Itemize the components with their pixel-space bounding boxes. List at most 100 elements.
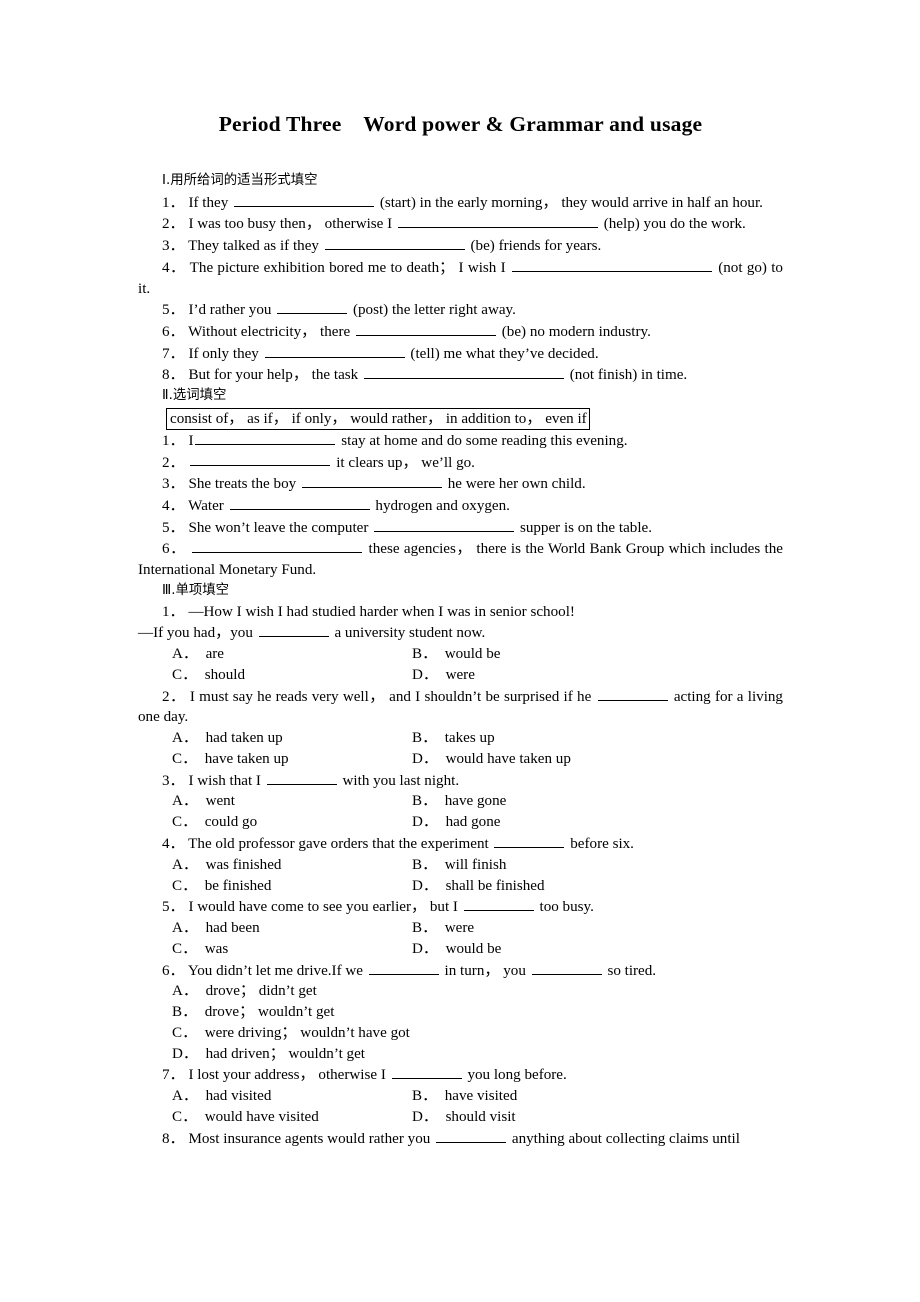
- item-text-before: But for your help， the task: [188, 367, 359, 384]
- option-a[interactable]: A． had been: [172, 918, 260, 939]
- option-c[interactable]: C． would have visited: [172, 1107, 319, 1128]
- fill-blank[interactable]: [264, 343, 405, 358]
- option-c[interactable]: C． have taken up: [172, 749, 289, 770]
- option-c[interactable]: C． was: [172, 939, 228, 960]
- option-label: C．: [172, 877, 190, 894]
- option-d[interactable]: D． were: [412, 665, 475, 686]
- fill-blank[interactable]: [463, 896, 534, 912]
- option-label: A．: [172, 856, 191, 873]
- item-number: 8．: [162, 367, 185, 384]
- option-label: D．: [412, 877, 431, 894]
- item-number: 8．: [162, 1130, 185, 1147]
- option-b[interactable]: B． will finish: [412, 855, 506, 876]
- fill-blank[interactable]: [494, 833, 565, 848]
- fill-blank[interactable]: [436, 1128, 507, 1143]
- option-c[interactable]: C． be finished: [172, 876, 271, 897]
- option-b[interactable]: B． were: [412, 918, 474, 939]
- fill-blank[interactable]: [511, 257, 712, 272]
- option-d[interactable]: D． shall be finished: [412, 876, 545, 897]
- option-text: should visit: [445, 1108, 516, 1125]
- option-text: was finished: [205, 856, 282, 873]
- option-text: had taken up: [205, 730, 283, 747]
- section-3-item-2-stem: 2． I must say he reads very well， and I …: [138, 686, 783, 728]
- fill-blank[interactable]: [190, 452, 331, 467]
- section-2-item-1: 1． I stay at home and do some reading th…: [138, 430, 783, 452]
- item-number: 3．: [162, 772, 185, 789]
- option-d[interactable]: D． should visit: [412, 1107, 516, 1128]
- section-1-item-8: 8． But for your help， the task (not fini…: [138, 364, 783, 386]
- section-3-item-6-option-c[interactable]: C． were driving； wouldn’t have got: [138, 1023, 783, 1044]
- item-text-before: She won’t leave the computer: [188, 519, 369, 536]
- option-text: was: [204, 940, 229, 957]
- option-a[interactable]: A． was finished: [172, 855, 281, 876]
- option-text: were: [445, 666, 475, 683]
- item-text-before: She treats the boy: [188, 476, 297, 493]
- section-3-item-6-option-d[interactable]: D． had driven； wouldn’t get: [138, 1044, 783, 1065]
- option-d[interactable]: D． would have taken up: [412, 749, 571, 770]
- item-text: —How I wish I had studied harder when I …: [188, 603, 575, 620]
- item-number: 2．: [162, 688, 186, 705]
- item-text-before: I would have come to see you earlier， bu…: [188, 899, 458, 916]
- option-b[interactable]: B． have gone: [412, 791, 506, 812]
- option-a[interactable]: A． went: [172, 791, 235, 812]
- option-a[interactable]: A． are: [172, 644, 224, 665]
- fill-blank[interactable]: [391, 1064, 462, 1080]
- fill-blank[interactable]: [277, 299, 348, 315]
- item-text-before: Water: [188, 497, 224, 514]
- section-1-item-3: 3． They talked as if they (be) friends f…: [138, 235, 783, 257]
- fill-blank[interactable]: [258, 622, 329, 638]
- section-3-item-2-options-row-2: C． have taken up D． would have taken up: [138, 749, 783, 770]
- option-c[interactable]: C． should: [172, 665, 245, 686]
- item-number: 4．: [162, 259, 186, 276]
- option-b[interactable]: B． would be: [412, 644, 501, 665]
- fill-blank[interactable]: [234, 192, 375, 207]
- section-3-item-6-option-a[interactable]: A． drove； didn’t get: [138, 981, 783, 1002]
- option-a[interactable]: A． had visited: [172, 1086, 271, 1107]
- fill-blank[interactable]: [266, 770, 337, 785]
- option-text: would be: [445, 940, 502, 957]
- section-3-item-5-options-row-1: A． had been B． were: [138, 918, 783, 939]
- option-label: A．: [172, 1088, 191, 1105]
- fill-blank[interactable]: [597, 686, 668, 701]
- section-1-item-1: 1． If they (start) in the early morning，…: [138, 192, 783, 214]
- fill-blank[interactable]: [192, 538, 363, 554]
- item-number: 6．: [162, 323, 185, 340]
- option-label: B．: [412, 920, 430, 937]
- option-a[interactable]: A． had taken up: [172, 728, 283, 749]
- option-label: C．: [172, 940, 190, 957]
- option-b[interactable]: B． takes up: [412, 728, 495, 749]
- section-3-item-7-options-row-1: A． had visited B． have visited: [138, 1086, 783, 1107]
- section-3-item-8-stem: 8． Most insurance agents would rather yo…: [138, 1128, 783, 1150]
- option-b[interactable]: B． have visited: [412, 1086, 517, 1107]
- fill-blank[interactable]: [397, 213, 598, 229]
- option-c[interactable]: C． could go: [172, 812, 257, 833]
- fill-blank[interactable]: [301, 473, 442, 489]
- fill-blank[interactable]: [355, 321, 496, 336]
- fill-blank[interactable]: [368, 960, 439, 975]
- fill-blank[interactable]: [195, 430, 336, 445]
- fill-blank[interactable]: [374, 517, 515, 532]
- item-number: 7．: [162, 1067, 185, 1084]
- item-text-before: The picture exhibition bored me to death…: [189, 259, 506, 276]
- section-3-item-5-stem: 5． I would have come to see you earlier，…: [138, 896, 783, 918]
- section-3-item-6-option-b[interactable]: B． drove； wouldn’t get: [138, 1002, 783, 1023]
- section-2-item-6: 6． these agencies， there is the World Ba…: [138, 538, 783, 580]
- section-3-item-4-options-row-2: C． be finished D． shall be finished: [138, 876, 783, 897]
- item-number: 5．: [162, 899, 185, 916]
- option-text: will finish: [444, 856, 507, 873]
- fill-blank[interactable]: [324, 235, 465, 251]
- item-text-after: stay at home and do some reading this ev…: [341, 432, 628, 449]
- option-label: B．: [412, 730, 430, 747]
- section-2-item-2: 2． it clears up， we’ll go.: [138, 452, 783, 474]
- option-d[interactable]: D． would be: [412, 939, 501, 960]
- option-d[interactable]: D． had gone: [412, 812, 500, 833]
- option-label: C．: [172, 814, 190, 831]
- fill-blank[interactable]: [229, 495, 370, 510]
- item-number: 1．: [162, 603, 185, 620]
- fill-blank[interactable]: [364, 364, 564, 380]
- section-3-item-1-stem-line2: —If you had，you a university student now…: [138, 622, 783, 644]
- fill-blank[interactable]: [531, 960, 602, 975]
- item-text-after: (post) the letter right away.: [352, 302, 516, 319]
- option-text: have gone: [444, 793, 507, 810]
- section-3-item-1-stem-line1: 1． —How I wish I had studied harder when…: [138, 602, 783, 623]
